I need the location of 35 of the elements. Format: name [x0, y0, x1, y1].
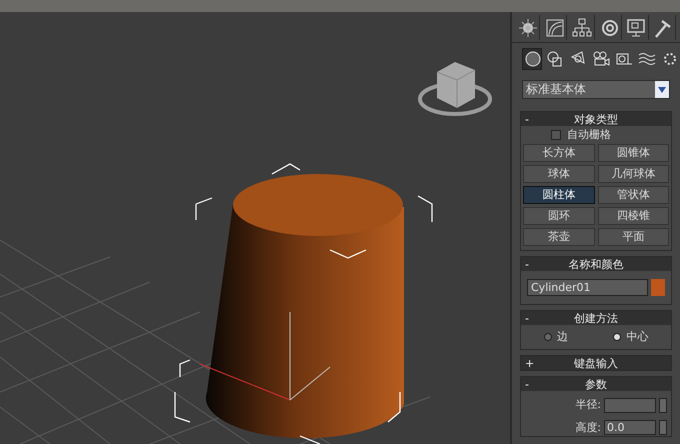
radio-button[interactable] [544, 333, 552, 341]
primitive-button[interactable]: 长方体 [523, 144, 594, 162]
number-field[interactable] [604, 398, 656, 413]
display-tab-icon[interactable] [624, 15, 649, 40]
radio-label: 中心 [626, 328, 648, 345]
spinner-control[interactable] [659, 398, 667, 413]
spinner-control[interactable] [659, 420, 667, 436]
primitive-button[interactable]: 四棱锥 [598, 207, 669, 225]
primitive-type-dropdown[interactable]: 标准基本体 [522, 80, 670, 99]
rollout-header[interactable]: - 参数 [521, 377, 671, 391]
rollout-header[interactable]: - 创建方法 [521, 311, 671, 325]
primitive-button[interactable]: 管状体 [598, 186, 669, 204]
color-swatch[interactable] [651, 279, 665, 296]
primitive-button[interactable]: 球体 [523, 165, 594, 183]
name-field[interactable]: Cylinder01 [527, 279, 648, 296]
primitive-button[interactable]: 圆柱体 [523, 186, 594, 204]
auto-grid-checkbox[interactable] [551, 130, 561, 140]
primitive-button[interactable]: 几何球体 [598, 165, 669, 183]
create-tab-icon[interactable] [516, 15, 540, 40]
auto-grid-label: 自动栅格 [567, 126, 611, 143]
field-label: 半径: [575, 397, 601, 413]
rollout-header[interactable]: - 对象类型 [521, 112, 671, 126]
radio-button[interactable] [613, 333, 622, 341]
hierarchy-tab-icon[interactable] [570, 15, 595, 40]
primitive-button[interactable]: 平面 [598, 228, 669, 246]
primitive-button[interactable]: 茶壶 [523, 228, 594, 246]
rollout-header[interactable]: + 键盘输入 [521, 356, 671, 370]
radio-label: 边 [556, 328, 568, 345]
field-label: 高度: [575, 420, 601, 436]
primitive-button[interactable]: 圆锥体 [598, 144, 669, 162]
viewcube-icon [418, 62, 492, 116]
primitive-button[interactable]: 圆环 [523, 207, 594, 225]
caret-icon [658, 86, 666, 92]
number-field[interactable]: 0.0 [604, 420, 656, 436]
rollout-header[interactable]: - 名称和颜色 [521, 257, 671, 271]
